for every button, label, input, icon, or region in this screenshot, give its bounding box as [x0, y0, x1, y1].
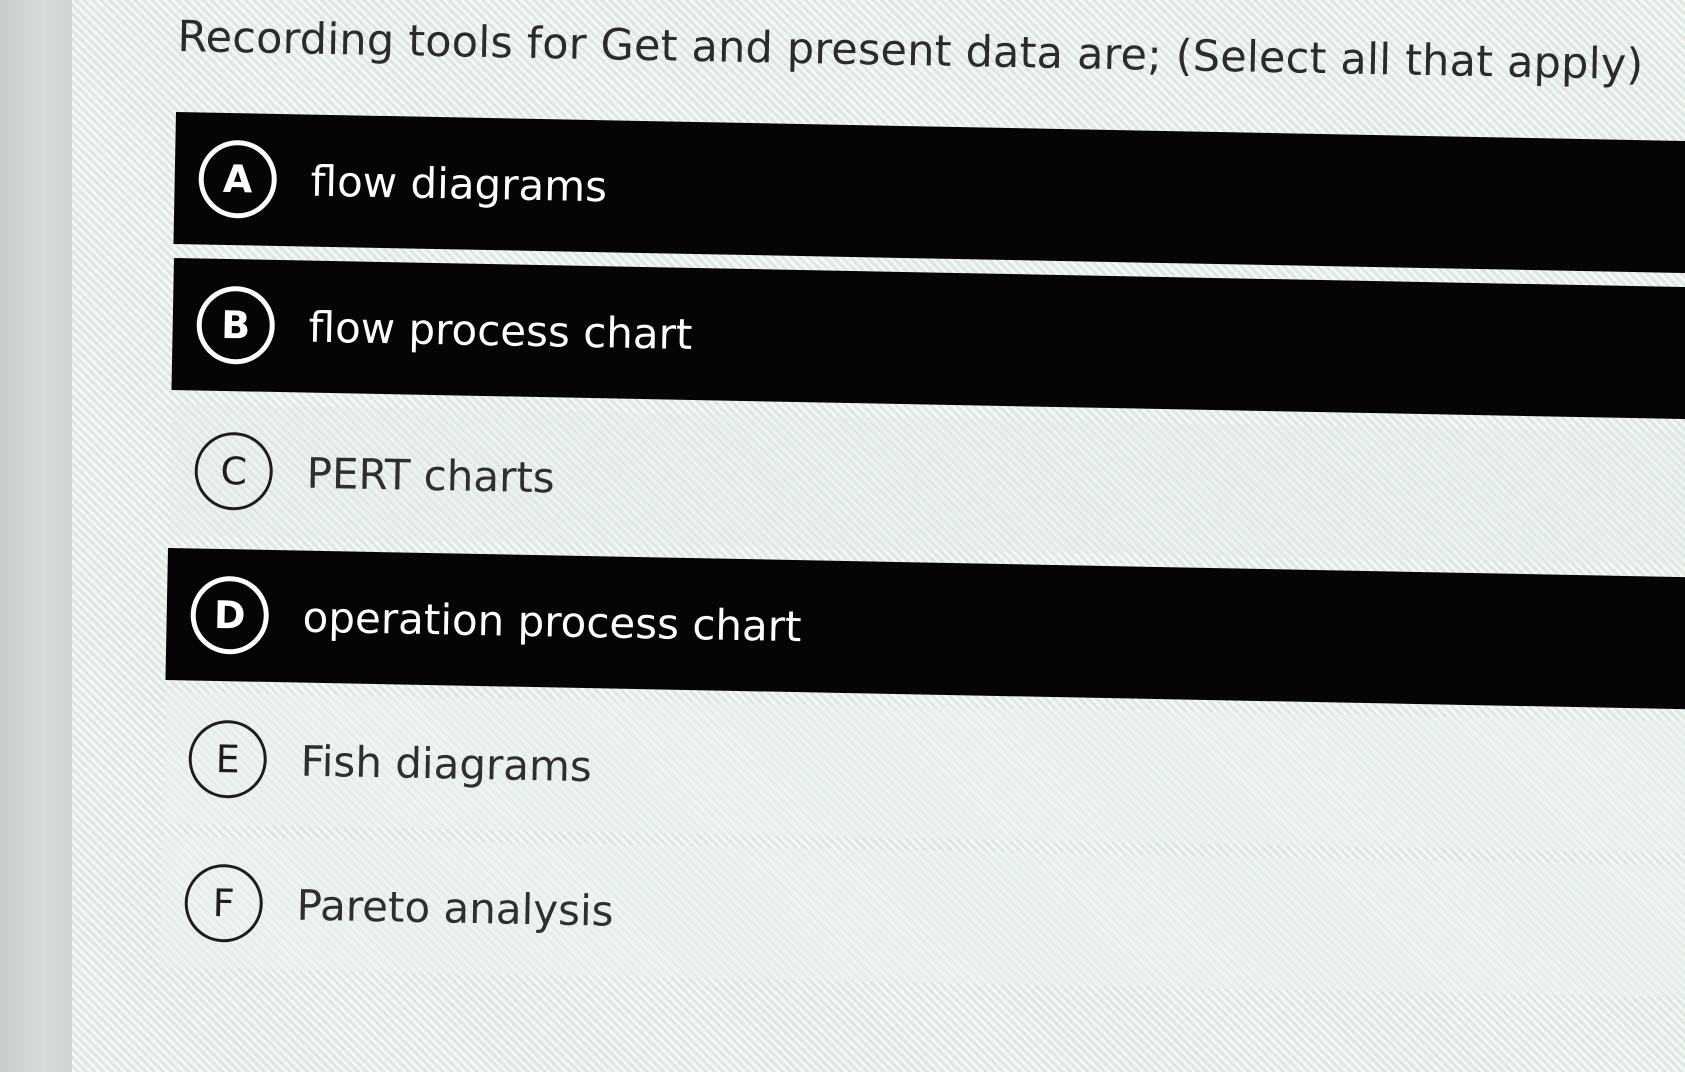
option-a-letter-badge: A [197, 139, 278, 219]
option-a[interactable]: A flow diagrams [173, 112, 1685, 274]
option-f-letter-badge: F [183, 863, 264, 943]
answer-options: A flow diagrams B flow process chart C P… [0, 0, 1685, 1072]
option-d-letter-badge: D [189, 575, 270, 655]
option-d-label: operation process chart [302, 592, 803, 651]
option-b-label: flow process chart [308, 302, 693, 359]
option-c-letter-badge: C [193, 431, 274, 511]
option-b-letter-badge: B [195, 285, 276, 365]
option-c[interactable]: C PERT charts [169, 404, 1685, 566]
option-d[interactable]: D operation process chart [165, 548, 1685, 710]
option-a-label: flow diagrams [310, 156, 608, 211]
option-e-letter-badge: E [187, 719, 268, 799]
option-f[interactable]: F Pareto analysis [159, 836, 1685, 998]
option-f-label: Pareto analysis [296, 880, 615, 936]
option-b[interactable]: B flow process chart [171, 258, 1685, 420]
option-c-label: PERT charts [306, 448, 556, 502]
option-e[interactable]: E Fish diagrams [163, 692, 1685, 854]
option-e-label: Fish diagrams [300, 736, 593, 791]
